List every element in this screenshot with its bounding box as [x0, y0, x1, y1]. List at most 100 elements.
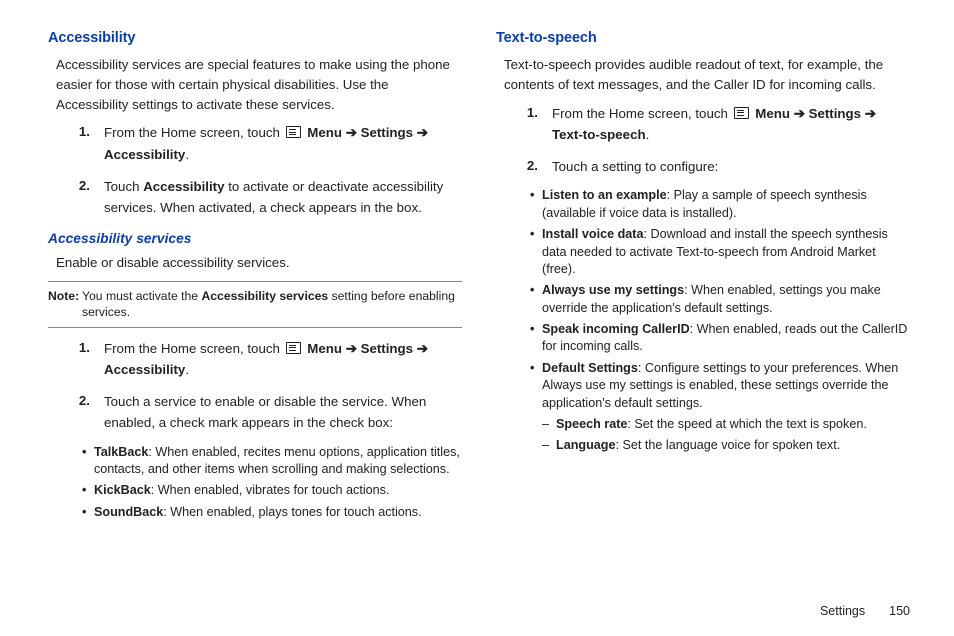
- page-footer: Settings 150: [48, 604, 910, 618]
- heading-tts: Text-to-speech: [496, 28, 910, 49]
- list-item: •Default Settings: Configure settings to…: [530, 360, 910, 412]
- text: From the Home screen, touch: [104, 341, 284, 356]
- menu-icon: [734, 107, 749, 119]
- step-number: 2.: [496, 156, 552, 178]
- list-item: •TalkBack: When enabled, recites menu op…: [82, 444, 462, 479]
- footer-page-number: 150: [889, 604, 910, 618]
- manual-page: Accessibility Accessibility services are…: [0, 0, 954, 636]
- text: : When enabled, vibrates for touch actio…: [151, 483, 390, 497]
- list-item: •Speak incoming CallerID: When enabled, …: [530, 321, 910, 356]
- list-item: –Speech rate: Set the speed at which the…: [542, 416, 910, 433]
- default-sublist: –Speech rate: Set the speed at which the…: [542, 416, 910, 455]
- step-number: 2.: [48, 391, 104, 434]
- bullet-icon: •: [82, 444, 94, 479]
- bullet-icon: •: [530, 187, 542, 222]
- step-number: 2.: [48, 176, 104, 219]
- tts-steps: 1. From the Home screen, touch Menu ➔ Se…: [496, 103, 910, 178]
- bullet-icon: •: [82, 504, 94, 521]
- services-intro: Enable or disable accessibility services…: [56, 253, 462, 273]
- bold: TalkBack: [94, 445, 148, 459]
- menu-icon: [286, 342, 301, 354]
- step-body: Touch a service to enable or disable the…: [104, 391, 462, 434]
- right-column: Text-to-speech Text-to-speech provides a…: [496, 28, 910, 596]
- heading-accessibility: Accessibility: [48, 28, 462, 49]
- bullet-icon: •: [82, 482, 94, 499]
- dash-icon: –: [542, 416, 556, 433]
- settings-label: Settings: [809, 106, 861, 121]
- bullet-icon: •: [530, 226, 542, 278]
- bold: Speak incoming CallerID: [542, 322, 690, 336]
- dash-icon: –: [542, 437, 556, 454]
- text: Touch: [104, 179, 143, 194]
- accessibility-label: Accessibility: [104, 362, 185, 377]
- arrow-icon: ➔: [346, 341, 357, 356]
- bold: Accessibility: [143, 179, 224, 194]
- step-body: Touch a setting to configure:: [552, 156, 910, 178]
- step-2: 2. Touch a setting to configure:: [496, 156, 910, 178]
- period: .: [185, 147, 189, 162]
- bold: Install voice data: [542, 227, 644, 241]
- text: : Set the language voice for spoken text…: [615, 438, 840, 452]
- arrow-icon: ➔: [794, 106, 805, 121]
- text: : When enabled, recites menu options, ap…: [94, 445, 460, 476]
- bullet-icon: •: [530, 282, 542, 317]
- bullet-icon: •: [530, 321, 542, 356]
- accessibility-steps: 1. From the Home screen, touch Menu ➔ Se…: [48, 122, 462, 218]
- list-item: •Listen to an example: Play a sample of …: [530, 187, 910, 222]
- note-bold: Accessibility services: [201, 289, 328, 303]
- accessibility-intro: Accessibility services are special featu…: [56, 55, 462, 114]
- step-1: 1. From the Home screen, touch Menu ➔ Se…: [496, 103, 910, 146]
- step-body: From the Home screen, touch Menu ➔ Setti…: [104, 122, 462, 165]
- menu-label: Menu: [755, 106, 790, 121]
- list-item: •Install voice data: Download and instal…: [530, 226, 910, 278]
- note-box: Note: You must activate the Accessibilit…: [48, 281, 462, 328]
- tts-label: Text-to-speech: [552, 127, 646, 142]
- note-label: Note:: [48, 288, 79, 304]
- bold: KickBack: [94, 483, 151, 497]
- step-1: 1. From the Home screen, touch Menu ➔ Se…: [48, 338, 462, 381]
- bold: Listen to an example: [542, 188, 667, 202]
- step-body: Touch Accessibility to activate or deact…: [104, 176, 462, 219]
- text: From the Home screen, touch: [552, 106, 732, 121]
- arrow-icon: ➔: [865, 106, 876, 121]
- step-number: 1.: [496, 103, 552, 146]
- left-column: Accessibility Accessibility services are…: [48, 28, 462, 596]
- menu-label: Menu: [307, 125, 342, 140]
- menu-label: Menu: [307, 341, 342, 356]
- text: : When enabled, plays tones for touch ac…: [163, 505, 421, 519]
- services-bullets: •TalkBack: When enabled, recites menu op…: [82, 444, 462, 522]
- step-number: 1.: [48, 122, 104, 165]
- tts-intro: Text-to-speech provides audible readout …: [504, 55, 910, 94]
- note-text: You must activate the: [82, 289, 201, 303]
- bold: Speech rate: [556, 417, 627, 431]
- period: .: [185, 362, 189, 377]
- period: .: [646, 127, 650, 142]
- arrow-icon: ➔: [417, 125, 428, 140]
- step-body: From the Home screen, touch Menu ➔ Setti…: [552, 103, 910, 146]
- step-1: 1. From the Home screen, touch Menu ➔ Se…: [48, 122, 462, 165]
- services-steps: 1. From the Home screen, touch Menu ➔ Se…: [48, 338, 462, 434]
- list-item: •Always use my settings: When enabled, s…: [530, 282, 910, 317]
- list-item: •KickBack: When enabled, vibrates for to…: [82, 482, 462, 499]
- step-2: 2. Touch Accessibility to activate or de…: [48, 176, 462, 219]
- footer-section-label: Settings: [820, 604, 865, 618]
- settings-label: Settings: [361, 341, 413, 356]
- bold: Language: [556, 438, 615, 452]
- bold: SoundBack: [94, 505, 163, 519]
- arrow-icon: ➔: [346, 125, 357, 140]
- two-column-layout: Accessibility Accessibility services are…: [48, 28, 910, 596]
- step-number: 1.: [48, 338, 104, 381]
- accessibility-label: Accessibility: [104, 147, 185, 162]
- arrow-icon: ➔: [417, 341, 428, 356]
- list-item: –Language: Set the language voice for sp…: [542, 437, 910, 454]
- bold: Default Settings: [542, 361, 638, 375]
- step-2: 2. Touch a service to enable or disable …: [48, 391, 462, 434]
- settings-label: Settings: [361, 125, 413, 140]
- bullet-icon: •: [530, 360, 542, 412]
- text: From the Home screen, touch: [104, 125, 284, 140]
- bold: Always use my settings: [542, 283, 684, 297]
- list-item: •SoundBack: When enabled, plays tones fo…: [82, 504, 462, 521]
- heading-accessibility-services: Accessibility services: [48, 229, 462, 249]
- tts-bullets: •Listen to an example: Play a sample of …: [530, 187, 910, 412]
- menu-icon: [286, 126, 301, 138]
